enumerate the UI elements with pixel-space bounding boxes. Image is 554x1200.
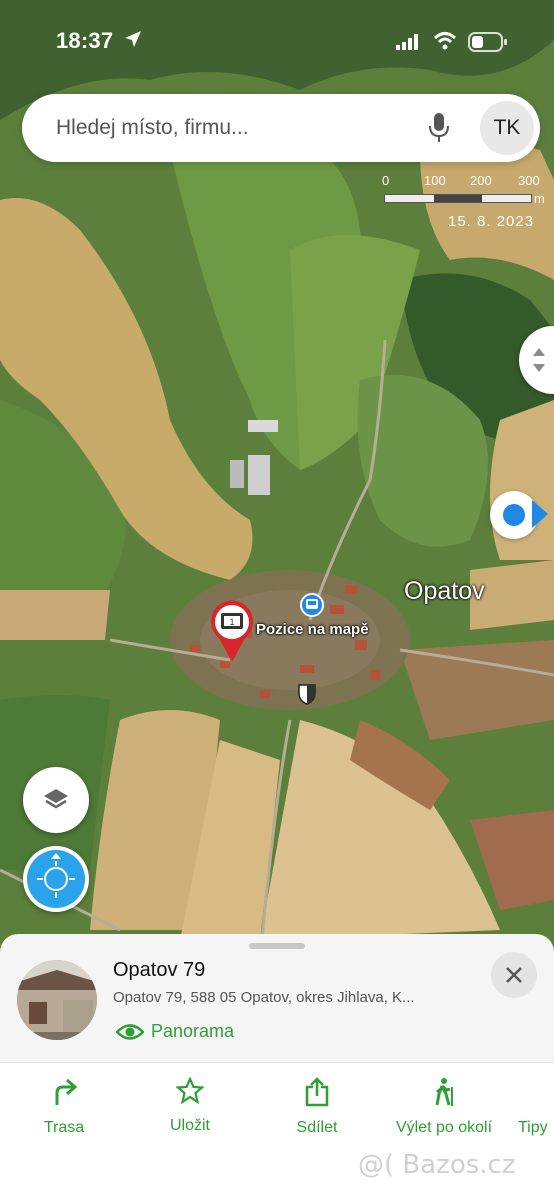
place-photo[interactable] [17,960,97,1040]
bus-stop-icon[interactable] [300,593,324,617]
location-arrow-icon [125,31,141,47]
church-shield-icon[interactable] [297,683,317,705]
close-button[interactable] [491,952,537,998]
sheet-grabber[interactable] [249,943,305,949]
scale-tick: 300 [518,173,540,188]
status-bar: 18:37 [0,0,554,84]
route-icon [55,1078,77,1105]
my-location-icon[interactable] [490,491,538,539]
battery-icon [468,32,507,52]
place-label[interactable]: Opatov [404,577,485,606]
satellite-map[interactable]: 18:37 Hledej místo, firmu... TK 0 100 20… [0,0,554,960]
scale-tick: 0 [382,173,390,188]
trip-label: Výlet po okolí [395,1119,493,1136]
save-button[interactable]: Uložit [160,1077,220,1135]
place-title: Opatov 79 [113,959,206,981]
tips-button[interactable]: Tipy [518,1119,554,1137]
scale-unit: m [534,191,545,206]
route-label: Trasa [43,1119,85,1136]
save-label: Uložit [169,1117,210,1134]
map-pin-icon[interactable]: 1 [209,600,255,664]
scale-bar [384,194,532,203]
place-address: Opatov 79, 588 05 Opatov, okres Jihlava,… [113,989,415,1006]
status-time: 18:37 [56,28,114,53]
map-scale: 0 100 200 300 m 15. 8. 2023 [382,172,548,232]
close-icon [506,967,522,983]
wifi-icon [433,32,457,50]
share-label: Sdílet [296,1119,338,1136]
star-icon [176,1077,204,1105]
scale-tick: 100 [424,173,446,188]
pin-label: Pozice na mapě [256,621,369,638]
compass-icon [37,853,75,898]
panorama-label: Panorama [151,1021,235,1041]
share-icon [305,1077,329,1107]
eye-icon [116,1024,144,1040]
search-bar[interactable]: Hledej místo, firmu... TK [22,94,540,162]
up-down-arrows-icon [533,348,545,372]
route-button[interactable]: Trasa [40,1077,88,1137]
share-button[interactable]: Sdílet [290,1077,344,1137]
search-input[interactable]: Hledej místo, firmu... [56,116,249,140]
imagery-date: 15. 8. 2023 [448,213,535,230]
compass-button[interactable] [23,846,89,912]
hiker-icon [435,1078,453,1106]
place-detail-sheet[interactable]: Opatov 79 Opatov 79, 588 05 Opatov, okre… [0,934,554,1062]
svg-text:1: 1 [229,617,234,627]
layers-icon [44,789,68,809]
signal-icon [396,34,418,50]
microphone-icon[interactable] [428,112,450,144]
location-heading-beam [532,500,548,528]
user-avatar[interactable]: TK [480,101,534,155]
trip-button[interactable]: Výlet po okolí [388,1077,500,1137]
tips-label: Tipy [518,1119,548,1136]
layers-button[interactable] [23,767,89,833]
scale-tick: 200 [470,173,492,188]
watermark: @( Bazos.cz [358,1150,516,1180]
